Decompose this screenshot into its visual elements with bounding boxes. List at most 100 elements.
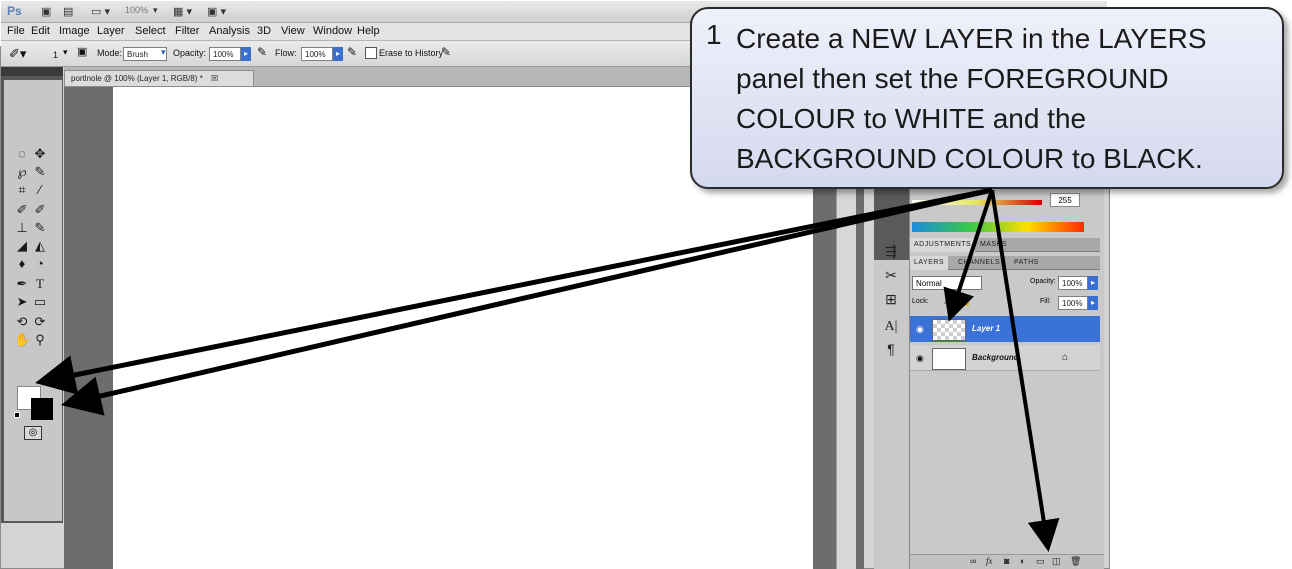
- new-layer-icon[interactable]: ◫: [1052, 556, 1061, 567]
- bridge-icon[interactable]: ▣: [41, 5, 51, 18]
- fill-slider-icon[interactable]: ▸: [1088, 296, 1098, 310]
- layer-opacity-slider-icon[interactable]: ▸: [1088, 276, 1098, 290]
- menu-image[interactable]: Image: [59, 25, 90, 37]
- menu-view[interactable]: View: [281, 25, 305, 37]
- layer-row-background[interactable]: ◉ Background ⌂: [910, 345, 1100, 371]
- layer-thumbnail[interactable]: [932, 319, 966, 341]
- callout-step-number: 1: [706, 19, 722, 50]
- marquee-tool-icon[interactable]: ◌: [14, 146, 30, 162]
- layer-name[interactable]: Layer 1: [972, 324, 1000, 333]
- healing-brush-tool-icon[interactable]: ✐: [14, 202, 30, 218]
- delete-layer-icon[interactable]: 🗑: [1070, 556, 1081, 567]
- new-group-icon[interactable]: ▭: [1036, 556, 1045, 567]
- tab-masks[interactable]: MASKS: [976, 238, 1011, 252]
- menu-analysis[interactable]: Analysis: [209, 25, 250, 37]
- close-document-icon[interactable]: ☒: [211, 74, 218, 83]
- tab-layers[interactable]: LAYERS: [910, 256, 949, 270]
- fill-label: Fill:: [1040, 298, 1051, 305]
- lasso-tool-icon[interactable]: ℘: [14, 164, 30, 180]
- layer-thumbnail[interactable]: [932, 348, 966, 370]
- layer-style-icon[interactable]: fx: [986, 556, 993, 566]
- layer-mask-icon[interactable]: ◙: [1004, 556, 1009, 566]
- adjustments-tab-row: ADJUSTMENTS MASKS: [910, 238, 1100, 252]
- pen-tool-icon[interactable]: ✒: [14, 276, 30, 292]
- menu-select[interactable]: Select: [135, 25, 166, 37]
- visibility-eye-icon[interactable]: ◉: [916, 353, 924, 364]
- character-panel-icon[interactable]: A|: [880, 318, 902, 336]
- blend-mode-select[interactable]: Normal: [912, 276, 982, 290]
- visibility-eye-icon[interactable]: ◉: [916, 324, 924, 335]
- quick-mask-icon[interactable]: ◎: [24, 426, 42, 440]
- tab-channels[interactable]: CHANNELS: [954, 256, 1004, 270]
- screen-mode-icon[interactable]: ▣ ▾: [207, 5, 226, 18]
- color-ramp[interactable]: [912, 222, 1084, 232]
- quick-select-tool-icon[interactable]: ✎: [32, 164, 48, 180]
- brush-tool-icon[interactable]: ✐: [32, 202, 48, 218]
- default-colors-icon[interactable]: [14, 412, 20, 418]
- clone-stamp-tool-icon[interactable]: ⊥: [14, 220, 30, 236]
- layer-row-layer1[interactable]: ◉ Layer 1: [910, 316, 1100, 342]
- tools-panel-header[interactable]: [1, 67, 63, 76]
- eraser-tool-icon[interactable]: ◢: [14, 238, 30, 254]
- history-brush-tool-icon[interactable]: ✎: [32, 220, 48, 236]
- pressure-opacity-icon[interactable]: ✎: [257, 45, 267, 59]
- erase-to-history-checkbox[interactable]: [365, 47, 377, 59]
- menu-3d[interactable]: 3D: [257, 25, 271, 37]
- menu-edit[interactable]: Edit: [31, 25, 50, 37]
- arrange-documents-icon[interactable]: ▦ ▾: [173, 5, 192, 18]
- menu-file[interactable]: File: [7, 25, 25, 37]
- pressure-size-icon[interactable]: ✎: [441, 45, 451, 59]
- layer-opacity-field[interactable]: 100%: [1058, 276, 1088, 290]
- crop-tool-icon[interactable]: ⌗: [14, 182, 30, 198]
- zoom-tool-icon[interactable]: ⚲: [32, 332, 48, 348]
- swatches-panel-icon[interactable]: ✂: [880, 266, 902, 284]
- brush-opacity-field[interactable]: 100%: [209, 47, 241, 61]
- paint-bucket-tool-icon[interactable]: ◭: [32, 238, 48, 254]
- actions-panel-icon[interactable]: ⊞: [880, 290, 902, 308]
- flow-field[interactable]: 100%: [301, 47, 333, 61]
- blur-tool-icon[interactable]: ♦: [14, 256, 30, 272]
- adjustment-layer-icon[interactable]: ◐: [1020, 556, 1025, 566]
- eyedropper-tool-icon[interactable]: ⁄: [32, 182, 48, 198]
- paragraph-panel-icon[interactable]: ¶: [880, 340, 902, 358]
- layer-name[interactable]: Background: [972, 353, 1019, 362]
- path-selection-tool-icon[interactable]: ➤: [14, 294, 30, 310]
- tab-paths[interactable]: PATHS: [1010, 256, 1043, 270]
- layers-tab-row: LAYERS CHANNELS PATHS: [910, 256, 1100, 270]
- fill-field[interactable]: 100%: [1058, 296, 1088, 310]
- 3d-orbit-tool-icon[interactable]: ⟳: [32, 314, 48, 330]
- eraser-tool-preset-icon[interactable]: ✐▾: [9, 46, 26, 62]
- link-layers-icon[interactable]: ∞: [970, 556, 976, 566]
- document-tab[interactable]: portlnole @ 100% (Layer 1, RGB/8) * ☒: [64, 70, 254, 86]
- brush-picker-dropdown-icon[interactable]: ▾: [63, 47, 68, 58]
- flow-slider-icon[interactable]: ▸: [333, 47, 343, 61]
- view-extras-icon[interactable]: ▭ ▾: [91, 5, 110, 18]
- flow-label: Flow:: [275, 48, 297, 58]
- menu-help[interactable]: Help: [357, 25, 380, 37]
- lock-icons[interactable]: ⁄ ✛ 🔒: [946, 296, 971, 307]
- rectangle-tool-icon[interactable]: ▭: [32, 294, 48, 310]
- background-color-swatch[interactable]: [31, 398, 53, 420]
- zoom-dropdown-icon[interactable]: ▾: [153, 5, 158, 16]
- airbrush-icon[interactable]: ✎: [347, 45, 357, 59]
- brush-panel-icon[interactable]: ▣: [77, 45, 87, 58]
- menu-filter[interactable]: Filter: [175, 25, 199, 37]
- type-tool-icon[interactable]: T: [32, 276, 48, 292]
- hand-tool-icon[interactable]: ✋: [14, 332, 30, 348]
- mode-dropdown-icon[interactable]: ▾: [161, 47, 166, 58]
- lock-label: Lock:: [912, 298, 929, 305]
- layer-opacity-label: Opacity:: [1030, 278, 1056, 285]
- menu-window[interactable]: Window: [313, 25, 352, 37]
- opacity-slider-icon[interactable]: ▸: [241, 47, 251, 61]
- color-slider[interactable]: [912, 200, 1042, 205]
- minibridge-icon[interactable]: ▤: [63, 5, 73, 18]
- dodge-tool-icon[interactable]: ◔: [32, 256, 48, 272]
- move-tool-icon[interactable]: ✥: [32, 146, 48, 162]
- history-panel-icon[interactable]: ⇶: [880, 242, 902, 260]
- color-value-field[interactable]: 255: [1050, 193, 1080, 207]
- menu-layer[interactable]: Layer: [97, 25, 125, 37]
- 3d-rotate-tool-icon[interactable]: ⟲: [14, 314, 30, 330]
- zoom-level[interactable]: 100%: [125, 5, 148, 15]
- brush-size-value[interactable]: 1: [53, 50, 58, 60]
- tab-adjustments[interactable]: ADJUSTMENTS: [910, 238, 976, 252]
